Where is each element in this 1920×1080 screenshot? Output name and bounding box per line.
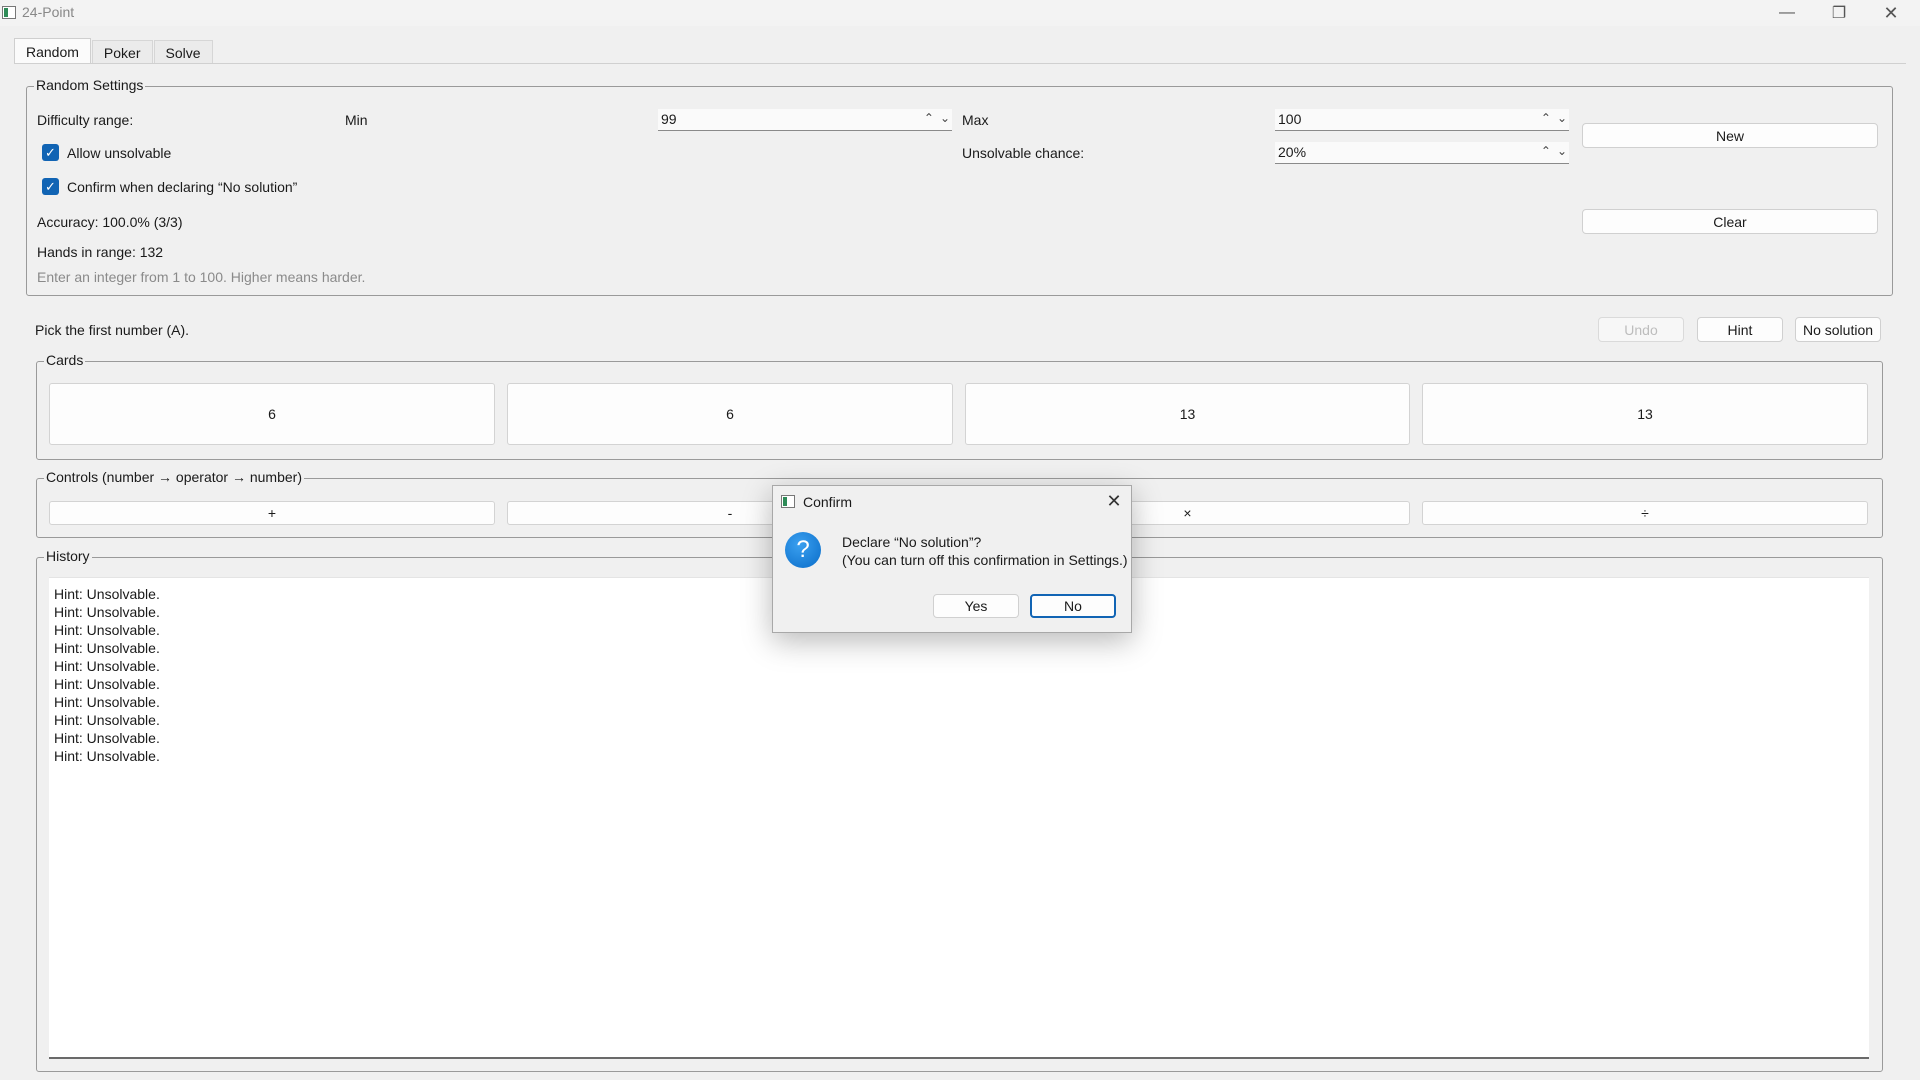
history-line: Hint: Unsolvable. bbox=[54, 658, 160, 674]
min-spinbox[interactable]: 99 ⌃ ⌄ bbox=[658, 109, 952, 131]
tab-bar: Random Poker Solve bbox=[14, 38, 214, 64]
history-title: History bbox=[44, 548, 92, 564]
spin-up-icon[interactable]: ⌃ bbox=[924, 111, 934, 125]
dialog-title: Confirm bbox=[803, 494, 853, 510]
tab-poker[interactable]: Poker bbox=[91, 40, 153, 64]
allow-unsolvable-checkbox[interactable]: ✓ bbox=[42, 144, 59, 161]
prompt-text: Pick the first number (A). bbox=[35, 322, 190, 338]
confirm-no-solution-label: Confirm when declaring “No solution” bbox=[67, 179, 298, 195]
hint-button[interactable]: Hint bbox=[1697, 317, 1783, 342]
tab-random[interactable]: Random bbox=[14, 38, 91, 64]
history-line: Hint: Unsolvable. bbox=[54, 712, 160, 728]
history-log[interactable]: Hint: Unsolvable. Hint: Unsolvable. Hint… bbox=[49, 577, 1869, 1059]
history-line: Hint: Unsolvable. bbox=[54, 622, 160, 638]
window-title: 24-Point bbox=[22, 4, 75, 20]
dialog-close-icon[interactable]: ✕ bbox=[1099, 488, 1129, 514]
hands-in-range-text: Hands in range: 132 bbox=[37, 244, 164, 260]
no-button[interactable]: No bbox=[1030, 594, 1116, 618]
spin-up-icon[interactable]: ⌃ bbox=[1541, 144, 1551, 158]
dialog-app-icon bbox=[781, 495, 795, 508]
min-label: Min bbox=[345, 112, 368, 128]
tab-solve[interactable]: Solve bbox=[153, 40, 213, 64]
difficulty-hint-text: Enter an integer from 1 to 100. Higher m… bbox=[37, 269, 366, 285]
clear-button[interactable]: Clear bbox=[1582, 209, 1878, 234]
unsolvable-chance-label: Unsolvable chance: bbox=[962, 145, 1085, 161]
spin-down-icon[interactable]: ⌄ bbox=[1557, 111, 1567, 125]
dialog-message-line2: (You can turn off this confirmation in S… bbox=[842, 552, 1128, 568]
history-list: Hint: Unsolvable. Hint: Unsolvable. Hint… bbox=[54, 585, 160, 765]
spin-down-icon[interactable]: ⌄ bbox=[940, 111, 950, 125]
history-line: Hint: Unsolvable. bbox=[54, 730, 160, 746]
history-line: Hint: Unsolvable. bbox=[54, 676, 160, 692]
cards-title: Cards bbox=[44, 352, 86, 368]
minimize-button[interactable]: — bbox=[1764, 0, 1810, 26]
confirm-dialog: Confirm ✕ ? Declare “No solution”? (You … bbox=[772, 485, 1132, 633]
card-button[interactable]: 13 bbox=[965, 383, 1410, 445]
dialog-message: Declare “No solution”? (You can turn off… bbox=[842, 533, 1128, 569]
difficulty-range-label: Difficulty range: bbox=[37, 112, 134, 128]
max-spinbox[interactable]: 100 ⌃ ⌄ bbox=[1275, 109, 1569, 131]
unsolvable-chance-value: 20% bbox=[1278, 144, 1307, 160]
new-button[interactable]: New bbox=[1582, 123, 1878, 148]
restore-button[interactable]: ❐ bbox=[1816, 0, 1862, 26]
history-line: Hint: Unsolvable. bbox=[54, 748, 160, 764]
history-line: Hint: Unsolvable. bbox=[54, 604, 160, 620]
dialog-message-line1: Declare “No solution”? bbox=[842, 534, 982, 550]
close-button[interactable]: ✕ bbox=[1868, 0, 1914, 26]
tab-pane-border bbox=[14, 63, 1906, 64]
question-icon: ? bbox=[785, 532, 821, 568]
unsolvable-chance-spinbox[interactable]: 20% ⌃ ⌄ bbox=[1275, 142, 1569, 164]
allow-unsolvable-label: Allow unsolvable bbox=[67, 145, 172, 161]
card-button[interactable]: 6 bbox=[49, 383, 495, 445]
card-button[interactable]: 6 bbox=[507, 383, 953, 445]
card-button[interactable]: 13 bbox=[1422, 383, 1868, 445]
random-settings-title: Random Settings bbox=[34, 77, 146, 93]
accuracy-text: Accuracy: 100.0% (3/3) bbox=[37, 214, 183, 230]
max-value: 100 bbox=[1278, 111, 1302, 127]
app-icon bbox=[2, 6, 16, 19]
random-settings-group bbox=[26, 86, 1893, 296]
history-line: Hint: Unsolvable. bbox=[54, 586, 160, 602]
history-line: Hint: Unsolvable. bbox=[54, 694, 160, 710]
yes-button[interactable]: Yes bbox=[933, 594, 1019, 618]
spin-down-icon[interactable]: ⌄ bbox=[1557, 144, 1567, 158]
title-bar: 24-Point — ❐ ✕ bbox=[0, 0, 1920, 26]
spin-up-icon[interactable]: ⌃ bbox=[1541, 111, 1551, 125]
confirm-no-solution-checkbox[interactable]: ✓ bbox=[42, 178, 59, 195]
undo-button[interactable]: Undo bbox=[1598, 317, 1684, 342]
controls-title: Controls (number → operator → number) bbox=[44, 469, 304, 485]
no-solution-button[interactable]: No solution bbox=[1795, 317, 1881, 342]
history-line: Hint: Unsolvable. bbox=[54, 640, 160, 656]
min-value: 99 bbox=[661, 111, 677, 127]
max-label: Max bbox=[962, 112, 989, 128]
divide-operator-button[interactable]: ÷ bbox=[1422, 501, 1868, 525]
plus-operator-button[interactable]: + bbox=[49, 501, 495, 525]
